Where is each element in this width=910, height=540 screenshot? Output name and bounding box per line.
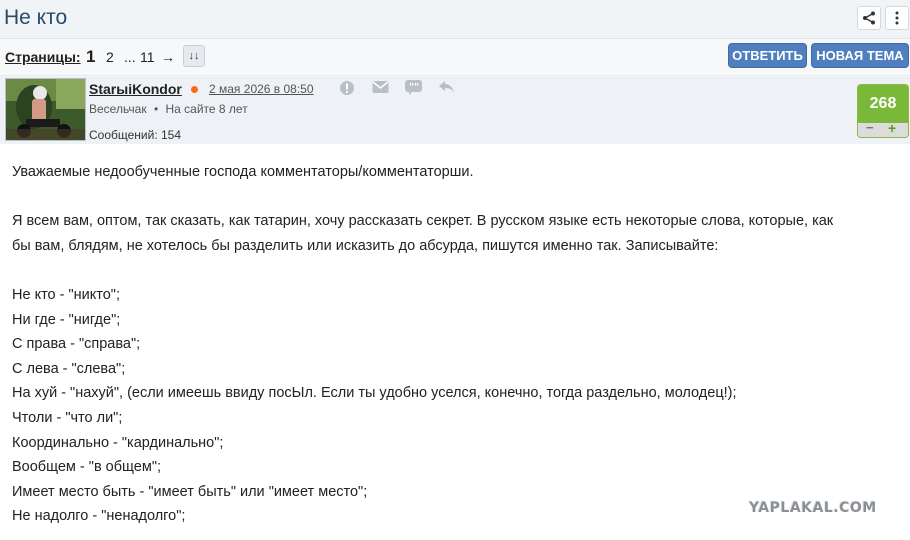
post-text-line: На хуй - "нахуй", (если имеешь ввиду пос… (12, 385, 737, 402)
svg-text:": " (414, 82, 419, 93)
post-text-line: С права - "справа"; (12, 336, 141, 353)
post-blank-line (12, 258, 902, 283)
post-text-line: Ни где - "нигде"; (12, 311, 121, 328)
page-ellipsis: ... (124, 49, 136, 65)
post-text-line: Не кто - "никто"; (12, 286, 120, 303)
page-title: Не кто (4, 6, 68, 29)
report-button[interactable] (339, 80, 357, 96)
author-message-count: Сообщений: 154 (89, 128, 182, 142)
more-menu-button[interactable] (885, 6, 909, 30)
reply-post-button[interactable] (438, 80, 456, 96)
pagination-bar: Страницы: 1 2 ... 11 → ↓↓ ОТВЕТИТЬ НОВАЯ… (0, 39, 910, 73)
quote-button[interactable]: " " (405, 80, 423, 96)
post-text-line: Координально - "кардинально"; (12, 434, 224, 451)
rating-controls: − + (858, 120, 908, 137)
avatar-image (6, 79, 85, 140)
post-text-line: Чтоли - "что ли"; (12, 409, 123, 426)
post-text-line: бы вам, блядям, не хотелось бы разделить… (12, 237, 719, 254)
post-text-line: Я всем вам, оптом, так сказать, как тата… (12, 213, 834, 230)
share-button[interactable] (857, 6, 881, 30)
post-author-link[interactable]: StarыiKondor (89, 81, 182, 97)
alert-icon (340, 81, 354, 95)
post-text-line: С лева - "слева"; (12, 360, 126, 377)
message-button[interactable] (372, 80, 390, 96)
post-blank-line (12, 185, 902, 210)
post-header: StarыiKondor 2 мая 2026 в 08:50 " " Весе… (0, 74, 910, 144)
page-next-arrow[interactable]: → (161, 49, 175, 65)
envelope-icon (372, 81, 389, 93)
reply-button[interactable]: ОТВЕТИТЬ (728, 43, 807, 68)
page-link-2[interactable]: 2 (106, 49, 114, 65)
post-body: Уважаемые недообученные господа коммента… (12, 160, 902, 529)
reply-arrow-icon (439, 81, 454, 93)
rating-plus-button[interactable]: + (888, 120, 896, 136)
pages-label[interactable]: Страницы: (5, 49, 81, 65)
online-status-dot (191, 86, 198, 93)
meta-separator: • (153, 102, 159, 116)
sort-order-button[interactable]: ↓↓ (183, 45, 205, 67)
author-meta: Весельчак • На сайте 8 лет (89, 102, 248, 116)
post-date-link[interactable]: 2 мая 2026 в 08:50 (209, 82, 314, 96)
more-vertical-icon (895, 11, 899, 25)
post-text-line: Вообщем - "в общем"; (12, 459, 162, 476)
post-text-line: Уважаемые недообученные господа коммента… (12, 164, 474, 180)
author-rank: Весельчак (89, 102, 147, 116)
page-link-last[interactable]: 11 (140, 49, 155, 65)
rating-minus-button[interactable]: − (866, 120, 874, 135)
page-current: 1 (86, 47, 96, 66)
new-topic-button[interactable]: НОВАЯ ТЕМА (811, 43, 909, 68)
site-watermark: YAPLAKAL.COM (749, 500, 877, 516)
quote-icon: " " (405, 80, 422, 95)
author-on-site: На сайте 8 лет (165, 102, 248, 116)
share-icon (863, 11, 875, 25)
avatar[interactable] (5, 78, 86, 141)
topic-header: Не кто (0, 0, 910, 39)
rating-widget: 268 − + (857, 84, 909, 138)
rating-value: 268 (858, 85, 908, 123)
